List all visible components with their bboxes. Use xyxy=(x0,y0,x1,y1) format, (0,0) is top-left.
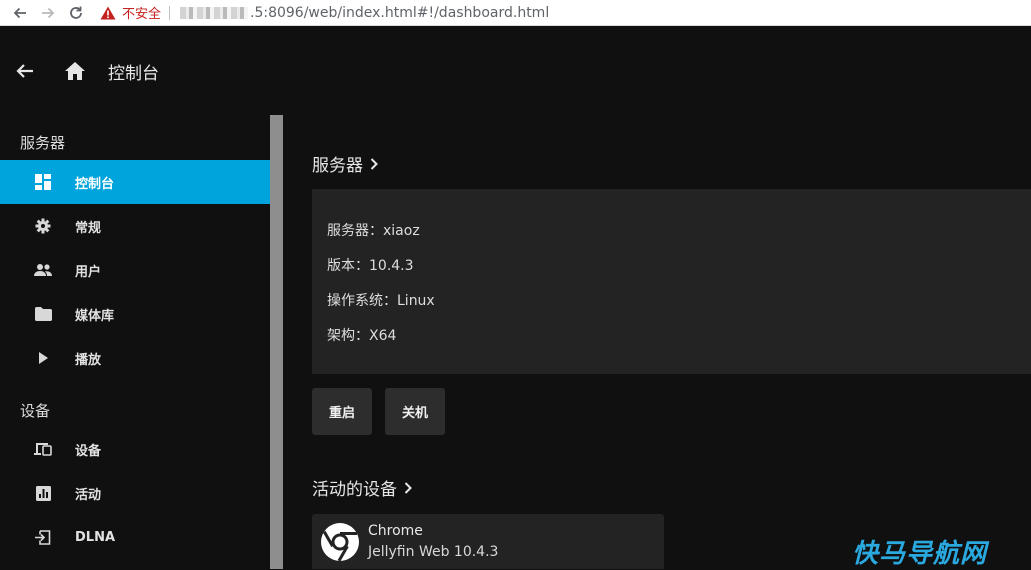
server-name: 服务器：xiaoz xyxy=(327,223,420,239)
devices-icon xyxy=(34,440,52,458)
sidebar-item-library[interactable]: 媒体库 xyxy=(0,292,270,336)
gear-icon xyxy=(34,217,52,235)
chrome-icon xyxy=(320,522,360,562)
page-title: 控制台 xyxy=(108,63,159,84)
device-name: Chrome xyxy=(368,523,423,539)
watermark: 快马导航网 xyxy=(852,539,988,569)
sidebar-item-activity[interactable]: 活动 xyxy=(0,471,270,515)
sidebar-item-label: 媒体库 xyxy=(75,308,115,324)
sidebar-scrollbar-thumb[interactable] xyxy=(270,115,283,569)
sidebar-heading-devices: 设备 xyxy=(20,402,51,420)
server-version: 版本：10.4.3 xyxy=(327,258,414,274)
chevron-right-icon xyxy=(404,481,412,494)
back-arrow-icon[interactable] xyxy=(14,60,36,82)
browser-toolbar: 不安全 .5:8096/web/index.html#!/dashboard.h… xyxy=(0,0,1031,26)
address-bar-url[interactable]: .5:8096/web/index.html#!/dashboard.html xyxy=(250,5,549,21)
sidebar-item-label: 用户 xyxy=(75,264,102,280)
restart-button[interactable]: 重启 xyxy=(312,388,372,435)
sidebar-item-label: 常规 xyxy=(75,220,102,236)
sidebar-item-label: 设备 xyxy=(75,443,102,459)
server-section-title-text: 服务器 xyxy=(312,156,363,176)
sidebar-item-devices[interactable]: 设备 xyxy=(0,427,270,471)
sidebar-item-label: 控制台 xyxy=(75,176,115,192)
people-icon xyxy=(34,261,52,279)
activity-icon xyxy=(34,484,52,502)
dlna-input-icon xyxy=(34,528,52,546)
main-content: 服务器 服务器：xiaoz 版本：10.4.3 操作系统：Linux 架构：X6… xyxy=(283,115,1031,569)
active-devices-title[interactable]: 活动的设备 xyxy=(312,475,412,500)
server-info-card: 服务器：xiaoz 版本：10.4.3 操作系统：Linux 架构：X64 xyxy=(312,189,1031,374)
sidebar-item-label: DLNA xyxy=(75,529,116,545)
device-app: Jellyfin Web 10.4.3 xyxy=(368,544,499,560)
sidebar-item-label: 活动 xyxy=(75,487,102,503)
server-section-title[interactable]: 服务器 xyxy=(312,151,378,176)
warning-icon xyxy=(100,6,116,20)
active-devices-title-text: 活动的设备 xyxy=(312,480,397,500)
browser-back-icon[interactable] xyxy=(6,0,34,26)
play-icon xyxy=(34,349,52,367)
sidebar-item-label: 播放 xyxy=(75,352,102,368)
sidebar-item-users[interactable]: 用户 xyxy=(0,248,270,292)
server-os: 操作系统：Linux xyxy=(327,293,435,309)
active-device-card[interactable]: Chrome Jellyfin Web 10.4.3 xyxy=(312,514,664,569)
security-indicator[interactable]: 不安全 xyxy=(100,0,161,26)
folder-icon xyxy=(34,305,52,323)
chevron-right-icon xyxy=(370,157,378,170)
dashboard-icon xyxy=(34,173,52,191)
shutdown-button[interactable]: 关机 xyxy=(385,388,445,435)
redacted-host xyxy=(180,6,249,19)
sidebar: 服务器 控制台 常规 用户 媒体库 播放 设备 设备 活动 DLNA xyxy=(0,115,270,569)
sidebar-item-general[interactable]: 常规 xyxy=(0,204,270,248)
app-header: 控制台 xyxy=(0,27,1031,115)
home-icon[interactable] xyxy=(63,60,87,82)
browser-reload-icon[interactable] xyxy=(62,0,90,26)
browser-forward-icon[interactable] xyxy=(34,0,62,26)
url-divider xyxy=(169,5,171,20)
security-label: 不安全 xyxy=(122,7,162,22)
sidebar-heading-server: 服务器 xyxy=(20,134,66,152)
sidebar-item-dlna[interactable]: DLNA xyxy=(0,515,270,559)
server-arch: 架构：X64 xyxy=(327,328,397,344)
sidebar-item-dashboard[interactable]: 控制台 xyxy=(0,160,270,204)
sidebar-item-playback[interactable]: 播放 xyxy=(0,336,270,380)
